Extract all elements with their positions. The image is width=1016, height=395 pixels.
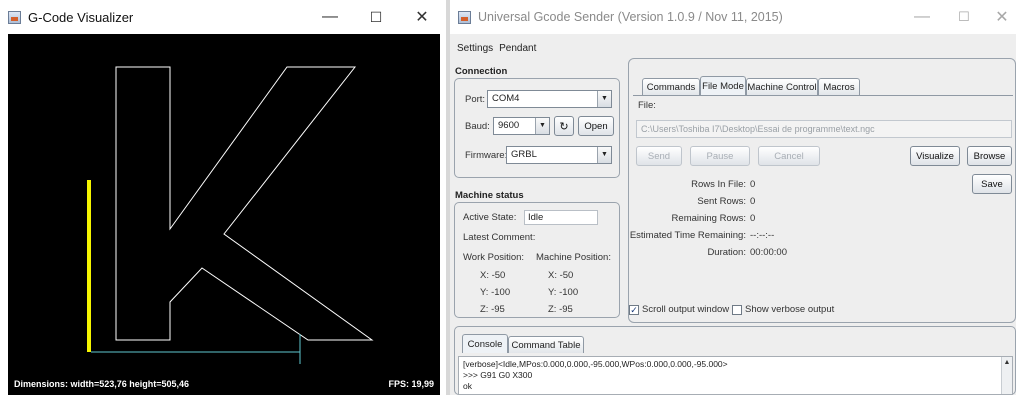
console-scrollbar[interactable]: ▲ bbox=[1001, 357, 1012, 394]
latest-comment-label: Latest Comment: bbox=[463, 232, 536, 243]
send-button[interactable]: Send bbox=[636, 146, 682, 166]
machine-x-value: X: -50 bbox=[548, 270, 574, 281]
port-value: COM4 bbox=[492, 93, 520, 104]
duration-value: 00:00:00 bbox=[750, 247, 787, 258]
console-line: ok bbox=[463, 381, 472, 391]
visualize-button[interactable]: Visualize bbox=[910, 146, 960, 166]
work-position-label: Work Position: bbox=[463, 252, 525, 263]
scroll-output-checkbox[interactable]: ✓ bbox=[629, 305, 639, 315]
close-button[interactable]: ✕ bbox=[400, 0, 444, 34]
tab-divider bbox=[633, 95, 1013, 96]
baud-value: 9600 bbox=[498, 120, 520, 131]
sent-rows-value: 0 bbox=[750, 196, 756, 207]
work-y-value: Y: -100 bbox=[480, 287, 511, 298]
refresh-ports-button[interactable]: ↻ bbox=[554, 116, 574, 136]
estimated-time-value: --:--:-- bbox=[750, 230, 775, 241]
machine-z-value: Z: -95 bbox=[548, 304, 573, 315]
refresh-icon: ↻ bbox=[559, 120, 569, 133]
save-button[interactable]: Save bbox=[972, 174, 1012, 194]
console-output[interactable]: [verbose]<Idle,MPos:0.000,0.000,-95.000,… bbox=[458, 356, 1013, 395]
scroll-output-label: Scroll output window bbox=[642, 304, 730, 315]
ugs-window: Universal Gcode Sender (Version 1.0.9 / … bbox=[450, 0, 1016, 395]
menu-pendant[interactable]: Pendant bbox=[498, 42, 537, 58]
machine-status-title: Machine status bbox=[455, 190, 524, 201]
menu-settings[interactable]: Settings bbox=[456, 42, 494, 58]
dimensions-readout: Dimensions: width=523,76 height=505,46 bbox=[14, 379, 190, 389]
sent-rows-label: Sent Rows: bbox=[697, 196, 746, 207]
k-letter-toolpath bbox=[115, 66, 374, 341]
tab-command-table[interactable]: Command Table bbox=[508, 336, 584, 353]
file-path-field[interactable]: C:\Users\Toshiba I7\Desktop\Essai de pro… bbox=[636, 120, 1012, 138]
verbose-output-checkbox[interactable] bbox=[732, 305, 742, 315]
travel-path-line bbox=[91, 334, 301, 353]
visualizer-title: G-Code Visualizer bbox=[28, 9, 134, 25]
browse-button[interactable]: Browse bbox=[967, 146, 1012, 166]
java-app-icon bbox=[8, 10, 21, 24]
file-label: File: bbox=[638, 100, 656, 111]
menu-bar: Settings Pendant bbox=[450, 42, 537, 58]
tab-commands[interactable]: Commands bbox=[642, 78, 700, 95]
active-state-label: Active State: bbox=[463, 212, 517, 223]
machine-position-label: Machine Position: bbox=[536, 252, 611, 263]
rows-in-file-label: Rows In File: bbox=[691, 179, 746, 190]
firmware-label: Firmware: bbox=[465, 150, 508, 161]
port-label: Port: bbox=[465, 94, 486, 105]
minimize-button[interactable]: — bbox=[900, 0, 944, 34]
fps-readout: FPS: 19,99 bbox=[388, 379, 434, 389]
console-line: >>> G91 G0 X300 bbox=[463, 370, 533, 380]
rows-in-file-value: 0 bbox=[750, 179, 756, 190]
work-z-value: Z: -95 bbox=[480, 304, 505, 315]
duration-label: Duration: bbox=[707, 247, 746, 258]
port-select[interactable]: COM4 ▼ bbox=[487, 90, 612, 108]
ugs-title: Universal Gcode Sender (Version 1.0.9 / … bbox=[478, 10, 783, 24]
remaining-rows-label: Remaining Rows: bbox=[671, 213, 746, 224]
remaining-rows-value: 0 bbox=[750, 213, 756, 224]
java-app-icon bbox=[458, 10, 471, 24]
gcode-visualizer-window: G-Code Visualizer — ☐ ✕ Dimensions: widt… bbox=[0, 0, 446, 395]
verbose-output-label: Show verbose output bbox=[745, 304, 835, 315]
tab-file-mode[interactable]: File Mode bbox=[700, 76, 746, 95]
firmware-value: GRBL bbox=[511, 149, 537, 160]
chevron-down-icon: ▼ bbox=[535, 118, 549, 134]
tab-macros[interactable]: Macros bbox=[818, 78, 860, 95]
maximize-button[interactable]: ☐ bbox=[354, 0, 398, 34]
minimize-button[interactable]: — bbox=[308, 0, 352, 34]
baud-label: Baud: bbox=[465, 121, 490, 132]
tab-machine-control[interactable]: Machine Control bbox=[746, 78, 818, 95]
cancel-button[interactable]: Cancel bbox=[758, 146, 820, 166]
connection-title: Connection bbox=[455, 66, 508, 77]
chevron-down-icon: ▼ bbox=[597, 91, 611, 107]
close-button[interactable]: ✕ bbox=[980, 0, 1016, 34]
open-button[interactable]: Open bbox=[578, 116, 614, 136]
chevron-down-icon: ▼ bbox=[597, 147, 611, 163]
scroll-up-icon[interactable]: ▲ bbox=[1002, 357, 1012, 368]
machine-y-value: Y: -100 bbox=[548, 287, 579, 298]
active-state-field: Idle bbox=[524, 210, 598, 225]
baud-select[interactable]: 9600 ▼ bbox=[493, 117, 550, 135]
firmware-select[interactable]: GRBL ▼ bbox=[506, 146, 612, 164]
pause-button[interactable]: Pause bbox=[690, 146, 750, 166]
toolpath-drawing bbox=[87, 66, 374, 364]
estimated-time-label: Estimated Time Remaining: bbox=[629, 230, 746, 241]
visualizer-canvas[interactable]: Dimensions: width=523,76 height=505,46 F… bbox=[8, 34, 440, 395]
console-line: [verbose]<Idle,MPos:0.000,0.000,-95.000,… bbox=[463, 359, 728, 369]
tab-console[interactable]: Console bbox=[462, 334, 508, 353]
work-x-value: X: -50 bbox=[480, 270, 506, 281]
